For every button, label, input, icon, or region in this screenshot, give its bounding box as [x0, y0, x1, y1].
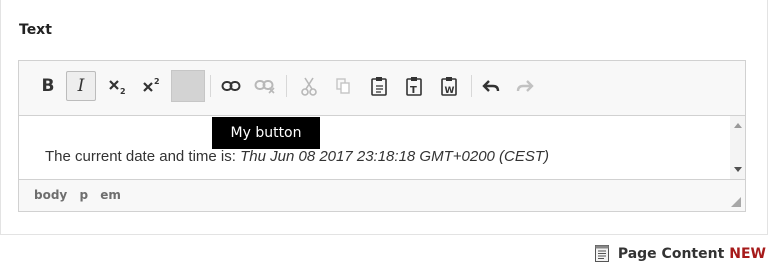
link-icon — [221, 81, 241, 91]
page-icon — [594, 245, 609, 262]
paste-word-button[interactable]: W — [434, 71, 464, 101]
superscript-button[interactable]: 2 — [137, 71, 167, 101]
cut-button[interactable] — [294, 71, 324, 101]
color-swatch-button[interactable] — [171, 70, 205, 102]
superscript-icon: 2 — [143, 77, 160, 92]
editor-toolbar: B I 2 2 T W — [19, 61, 745, 116]
svg-text:2: 2 — [154, 77, 160, 86]
scroll-down-icon[interactable] — [734, 167, 742, 172]
redo-icon — [516, 80, 534, 92]
cut-icon — [301, 77, 317, 96]
paste-text-button[interactable]: T — [399, 71, 429, 101]
paste-word-icon: W — [441, 77, 457, 96]
svg-text:W: W — [445, 86, 455, 96]
bold-button[interactable]: B — [33, 71, 63, 101]
paste-button[interactable] — [364, 71, 394, 101]
path-item-body[interactable]: body — [34, 188, 67, 202]
editor-paragraph: The current date and time is: Thu Jun 08… — [45, 148, 549, 165]
text-field-panel: Text B I 2 2 T W The current date and ti… — [0, 0, 768, 235]
scroll-up-icon[interactable] — [734, 123, 742, 128]
editor-text-italic: Thu Jun 08 2017 23:18:18 GMT+0200 (CEST) — [240, 148, 550, 165]
italic-icon: I — [77, 76, 85, 96]
toolbar-separator — [286, 75, 287, 97]
paste-icon — [371, 77, 387, 96]
page-content-label: Page Content — [617, 245, 725, 262]
subscript-button[interactable]: 2 — [103, 71, 133, 101]
toolbar-separator — [210, 75, 211, 97]
editor-scrollbar[interactable] — [730, 116, 745, 179]
path-item-p[interactable]: p — [79, 188, 88, 202]
copy-icon — [336, 78, 350, 94]
toolbar-separator — [471, 75, 472, 97]
page-content-link[interactable]: Page Content NEW — [594, 245, 766, 262]
italic-button[interactable]: I — [66, 71, 96, 101]
path-item-em[interactable]: em — [100, 188, 121, 202]
redo-button[interactable] — [510, 71, 540, 101]
editor-content-area[interactable]: The current date and time is: Thu Jun 08… — [19, 116, 730, 179]
element-path: body p em — [34, 188, 129, 202]
tooltip: My button — [212, 117, 320, 149]
unlink-button[interactable] — [250, 71, 280, 101]
new-badge: NEW — [729, 245, 766, 262]
field-label: Text — [19, 22, 52, 38]
editor-text: The current date and time is: — [45, 148, 241, 165]
paste-text-icon: T — [406, 77, 422, 96]
link-button[interactable] — [216, 71, 246, 101]
undo-button[interactable] — [476, 71, 506, 101]
rich-text-editor: B I 2 2 T W The current date and time is… — [18, 60, 746, 212]
editor-statusbar: body p em — [19, 179, 745, 211]
bold-icon: B — [41, 76, 55, 96]
subscript-icon: 2 — [109, 80, 126, 95]
copy-button[interactable] — [328, 71, 358, 101]
svg-text:2: 2 — [120, 87, 126, 95]
undo-icon — [482, 80, 500, 92]
resize-grip-icon[interactable] — [731, 197, 741, 207]
unlink-icon — [254, 80, 275, 94]
svg-text:T: T — [410, 85, 417, 96]
